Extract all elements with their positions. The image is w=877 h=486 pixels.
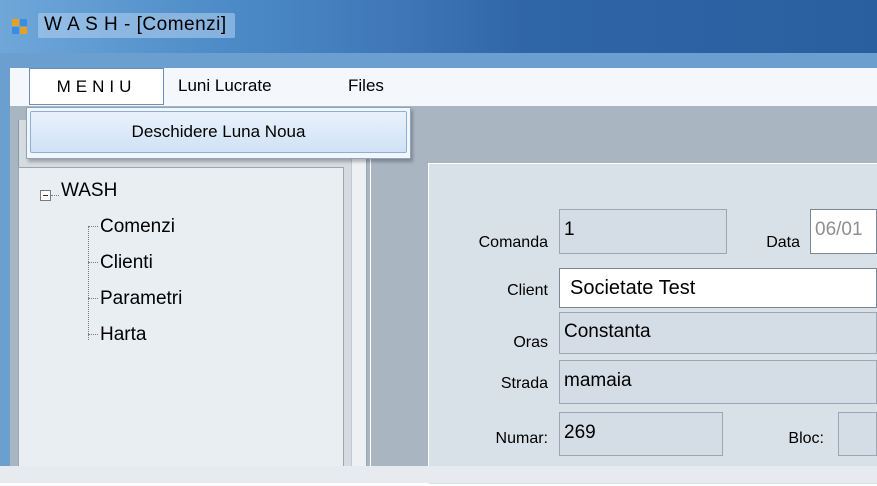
oras-label: Oras xyxy=(513,334,548,351)
oras-field[interactable]: Constanta xyxy=(559,312,877,354)
client-label: Client xyxy=(507,282,548,299)
menu-bar: MENIU Luni Lucrate Files xyxy=(10,68,877,106)
bloc-field[interactable] xyxy=(838,412,877,456)
tree-item-clienti[interactable]: Clienti xyxy=(88,252,153,274)
strada-field[interactable]: mamaia xyxy=(559,360,877,404)
menu-item-deschidere-luna-noua[interactable]: Deschidere Luna Noua xyxy=(30,111,407,153)
strada-label: Strada xyxy=(500,375,548,392)
app-window-icon[interactable] xyxy=(12,19,28,35)
tree-connector xyxy=(51,195,59,196)
tree-root-wash[interactable]: WASH xyxy=(61,180,117,202)
collapse-icon[interactable] xyxy=(40,190,51,201)
tree-vertical-line xyxy=(88,226,89,340)
tree-item-parametri[interactable]: Parametri xyxy=(88,288,182,310)
tree-item-comenzi[interactable]: Comenzi xyxy=(88,216,175,238)
bottom-strip xyxy=(0,466,877,483)
data-value: 06/01 xyxy=(815,219,863,240)
bloc-label: Bloc: xyxy=(788,430,824,447)
menu-meniu[interactable]: MENIU xyxy=(29,68,164,105)
window-title: W A S H - [Comenzi] xyxy=(38,13,235,38)
numar-label: Numar: xyxy=(495,430,548,447)
meniu-dropdown: Deschidere Luna Noua xyxy=(26,107,411,159)
comanda-label: Comanda xyxy=(478,234,548,251)
data-label: Data xyxy=(766,234,800,251)
tree-item-harta[interactable]: Harta xyxy=(88,324,146,346)
menu-luni-lucrate[interactable]: Luni Lucrate xyxy=(178,68,272,104)
menu-files[interactable]: Files xyxy=(348,68,384,104)
navigation-tree xyxy=(18,167,344,483)
title-bar[interactable]: W A S H - [Comenzi] xyxy=(0,0,877,53)
numar-field[interactable]: 269 xyxy=(559,412,723,456)
comanda-field[interactable]: 1 xyxy=(559,209,727,254)
panel-splitter[interactable] xyxy=(351,120,367,483)
data-field[interactable]: 06/01 xyxy=(810,209,877,254)
client-field[interactable]: Societate Test xyxy=(559,268,877,308)
